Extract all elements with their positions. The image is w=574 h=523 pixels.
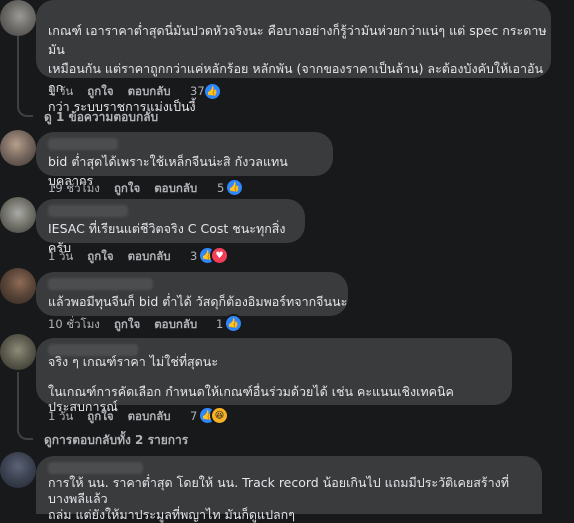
thread-line [17,372,19,428]
comment-bubble: จริง ๆ เกณฑ์ราคา ไม่ใช่ที่สุดนะ ในเกณฑ์ก… [36,338,512,414]
comment-text: เกณฑ์ เอาราคาต่ำสุดนี่มันปวดหัวจริงนะ คื… [48,23,547,114]
like-button[interactable]: ถูกใจ [87,83,113,99]
comment-bubble: bid ต่ำสุดได้เพราะใช้เหล็กจีนน่ะสิ กังวล… [36,132,333,188]
comment-actions: 1 วัน ถูกใจ ตอบกลับ [48,83,185,99]
comment-text: การให้ นน. ราคาต่ำสุด โดยให้ นน. Track r… [48,475,509,522]
reaction-count[interactable]: 1 [216,317,223,331]
avatar[interactable] [0,452,36,488]
comment-actions: 19 ชั่วโมง ถูกใจ ตอบกลับ [48,180,211,196]
comment-actions: 1 วัน ถูกใจ ตอบกลับ [48,248,185,264]
like-reaction-icon: 👍 [224,314,243,333]
comment-text: แล้วพอมีทุนจีนก็ bid ต่ำได้ วัสดุก็ต้องอ… [48,294,348,309]
reaction-count[interactable]: 5 [217,181,224,195]
reaction-count[interactable]: 3 [190,249,197,263]
author-name[interactable] [48,138,118,150]
author-name[interactable] [48,205,128,217]
like-reaction-icon: 👍 [203,82,222,101]
like-button[interactable]: ถูกใจ [114,316,140,332]
view-replies-link[interactable]: ดู 1 ข้อความตอบกลับ [44,108,158,127]
comment-actions: 1 วัน ถูกใจ ตอบกลับ [48,408,185,424]
comment-text: จริง ๆ เกณฑ์ราคา ไม่ใช่ที่สุดนะ ในเกณฑ์ก… [48,354,454,414]
comment-bubble: แล้วพอมีทุนจีนก็ bid ต่ำได้ วัสดุก็ต้องอ… [36,272,348,316]
avatar[interactable] [0,130,36,166]
reaction-count[interactable]: 7 [190,409,197,423]
comment-actions: 10 ชั่วโมง ถูกใจ ตอบกลับ [48,316,211,332]
like-button[interactable]: ถูกใจ [87,408,113,424]
reply-button[interactable]: ตอบกลับ [154,316,197,332]
author-name[interactable] [48,278,153,290]
avatar[interactable] [0,0,36,36]
author-name[interactable] [48,462,143,474]
love-reaction-icon: ♥ [210,246,229,265]
comment-time[interactable]: 10 ชั่วโมง [48,316,100,332]
comment-bubble: IESAC ที่เรียนแต่ชีวิตจริง C Cost ชนะทุก… [36,199,305,255]
comment-bubble: เกณฑ์ เอาราคาต่ำสุดนี่มันปวดหัวจริงนะ คื… [36,0,551,114]
like-reaction-icon: 👍 [225,178,244,197]
comment-bubble: การให้ นน. ราคาต่ำสุด โดยให้ นน. Track r… [36,456,542,522]
reply-button[interactable]: ตอบกลับ [128,248,171,264]
thread-curve [17,105,33,117]
thread-curve [17,428,33,440]
haha-reaction-icon: 😆 [210,406,229,425]
comment-time[interactable]: 1 วัน [48,83,73,99]
like-button[interactable]: ถูกใจ [114,180,140,196]
view-replies-link[interactable]: ดูการตอบกลับทั้ง 2 รายการ [44,431,188,450]
comment-time[interactable]: 1 วัน [48,248,73,264]
reply-button[interactable]: ตอบกลับ [128,408,171,424]
avatar[interactable] [0,197,36,233]
reply-button[interactable]: ตอบกลับ [154,180,197,196]
avatar[interactable] [0,268,36,304]
thread-line [17,36,19,108]
comment-time[interactable]: 1 วัน [48,408,73,424]
like-button[interactable]: ถูกใจ [87,248,113,264]
avatar[interactable] [0,334,36,370]
comment-time[interactable]: 19 ชั่วโมง [48,180,100,196]
reply-button[interactable]: ตอบกลับ [128,83,171,99]
